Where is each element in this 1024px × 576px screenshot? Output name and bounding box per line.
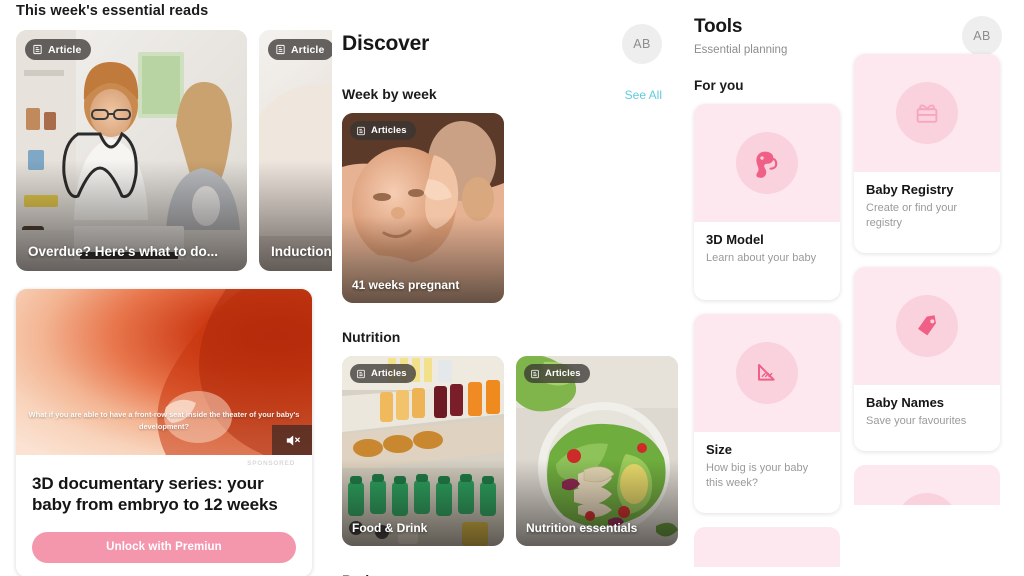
sponsored-ad-card[interactable]: What if you are able to have a front-row… [16,289,312,576]
unlock-premium-button[interactable]: Unlock with Premiun [32,531,296,563]
articles-badge-label: Articles [545,368,581,379]
gift-icon [896,82,958,144]
article-card-title: Induction [271,244,332,259]
article-badge: Article [268,39,332,60]
articles-badge-label: Articles [371,125,407,136]
tools-grid-column-left: 3D Model Learn about your baby Size How … [694,104,840,567]
tools-title: Tools [694,16,743,37]
articles-badge-label: Articles [371,368,407,379]
ruler-icon [736,341,798,404]
article-icon [356,126,366,136]
article-card-overdue[interactable]: Article Overdue? Here's what to do... [16,30,247,271]
nutrition-carousel[interactable]: Articles Food & Drink Articles Nutrition… [342,356,678,546]
week-by-week-carousel[interactable]: Articles 41 weeks pregnant [342,113,662,303]
tool-card-baby-names[interactable]: Baby Names Save your favourites [854,266,1000,451]
tool-artwork [854,266,1000,385]
tool-info: Size How big is your baby this week? [694,432,840,513]
tools-header-text: Tools Essential planning [694,16,787,56]
section-title-body: Body [342,572,662,576]
tool-description: How big is your baby this week? [706,461,809,489]
section-title: Week by week [342,86,437,102]
sponsored-headline: 3D documentary series: your baby from em… [32,474,278,515]
article-card-title: Overdue? Here's what to do... [28,244,218,259]
discover-card-title: 41 weeks pregnant [352,278,460,292]
tool-card-stub-left[interactable] [694,526,840,567]
tools-subtitle: Essential planning [694,44,788,56]
tool-info: Baby Registry Create or find your regist… [854,172,1000,253]
tool-description: Create or find your registry [866,202,958,229]
avatar[interactable]: AB [962,16,1002,56]
mute-icon[interactable] [272,425,312,455]
articles-badge: Articles [350,121,416,140]
tool-card-3d-model[interactable]: 3D Model Learn about your baby [694,104,840,300]
article-icon [32,44,43,55]
tool-artwork [694,313,840,432]
tools-grid-column-right: Baby Registry Create or find your regist… [854,54,1000,505]
tool-artwork [694,104,840,222]
tools-column: Tools Essential planning AB For you 3D M… [682,0,1024,576]
discover-card-title: Food & Drink [352,521,428,535]
articles-badge: Articles [350,364,416,383]
tool-name: Size [706,441,733,457]
article-icon [530,369,540,379]
article-badge: Article [25,39,92,60]
fetus-icon [736,132,798,194]
sponsored-ad-body: SPONSORED 3D documentary series: your ba… [16,455,312,576]
tool-card-stub-right[interactable] [854,464,1000,505]
page-title: Discover [342,32,430,55]
discover-card-41-weeks[interactable]: Articles 41 weeks pregnant [342,113,504,303]
tool-info: Baby Names Save your favourites [854,385,1000,451]
article-badge-label: Article [48,43,82,56]
discover-column: Discover AB Week by week See All Article… [332,0,682,576]
tool-name: Baby Registry [866,182,954,197]
tool-artwork [854,54,1000,172]
tool-name: Baby Names [866,394,945,410]
tool-info: 3D Model Learn about your baby [694,222,840,300]
essential-reads-carousel[interactable]: Article Overdue? Here's what to do... Ar… [16,30,332,273]
tool-card-baby-registry[interactable]: Baby Registry Create or find your regist… [854,54,1000,253]
sponsored-label: SPONSORED [247,460,295,467]
article-icon [356,369,366,379]
see-all-link[interactable]: See All [625,88,662,102]
essential-reads-column: This week's essential reads Article Over… [0,0,332,576]
discover-card-food-drink[interactable]: Articles Food & Drink [342,356,504,546]
essential-reads-title: This week's essential reads [16,3,209,19]
app-screen: This week's essential reads Article Over… [0,0,1024,576]
discover-card-title: Nutrition essentials [526,521,638,535]
tools-header: Tools Essential planning AB [694,0,1002,56]
tool-card-size[interactable]: Size How big is your baby this week? [694,313,840,513]
avatar[interactable]: AB [622,24,662,64]
discover-header: Discover AB [342,0,662,64]
section-header-week-by-week: Week by week See All [342,86,662,102]
section-title-nutrition: Nutrition [342,329,401,345]
article-icon [275,44,286,55]
tag-icon [896,294,958,357]
tool-description: Save your favourites [866,414,967,427]
tool-description: Learn about your baby [706,252,817,264]
tool-name: 3D Model [706,232,764,247]
sponsored-video-caption: What if you are able to have a front-row… [28,410,300,431]
article-badge-label: Article [291,43,325,56]
sponsored-video[interactable]: What if you are able to have a front-row… [16,289,312,455]
tools-grid: 3D Model Learn about your baby Size How … [694,54,1002,567]
discover-card-nutrition-essentials[interactable]: Articles Nutrition essentials [516,356,678,546]
article-card-induction[interactable]: Article Induction [259,30,332,271]
articles-badge: Articles [524,364,590,383]
